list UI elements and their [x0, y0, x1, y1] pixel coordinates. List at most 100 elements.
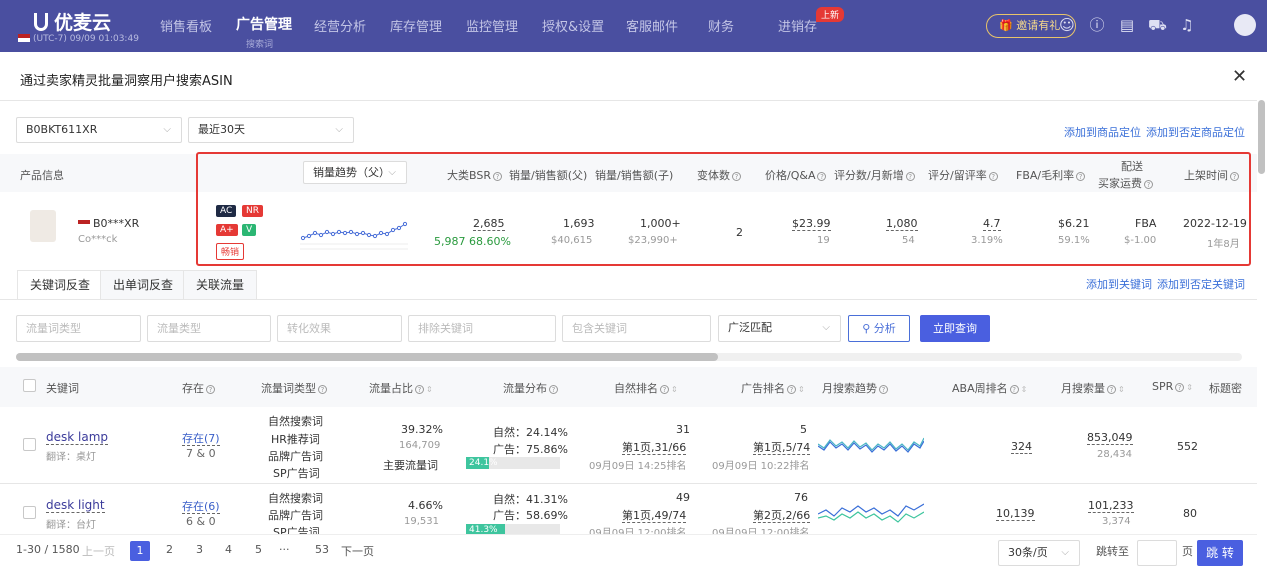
product-asin[interactable]: B0***XR — [78, 217, 139, 230]
keyword-type-0: 自然搜索词 — [268, 492, 323, 505]
nav-item-business[interactable]: 经营分析 — [314, 16, 366, 35]
page-3[interactable]: 3 — [196, 543, 203, 556]
match-type-select[interactable]: 广泛匹配 ⌵ — [718, 315, 841, 342]
horizontal-scrollbar[interactable] — [16, 353, 1242, 361]
monthly-volume-link[interactable]: 101,233 — [1088, 499, 1134, 513]
tab-keyword-reverse[interactable]: 关键词反查 — [17, 270, 104, 300]
help-icon[interactable]: ? — [1076, 172, 1086, 181]
help-icon[interactable]: ? — [1175, 383, 1185, 392]
vertical-scrollbar[interactable] — [1258, 100, 1265, 174]
page-53[interactable]: 53 — [315, 543, 329, 556]
nav-item-purchase[interactable]: 进销存 — [778, 16, 817, 35]
add-target-link[interactable]: 添加到商品定位 — [1064, 124, 1141, 140]
analyze-button[interactable]: ⚲ 分析 — [848, 315, 910, 342]
nav-item-sales-board[interactable]: 销售看板 — [160, 16, 212, 35]
sort-icon[interactable]: ⇕ — [798, 385, 805, 394]
help-icon[interactable]: ? — [206, 385, 215, 394]
aba-rank-link[interactable]: 10,139 — [996, 507, 1035, 521]
range-select[interactable]: 最近30天 ⌵ — [188, 117, 354, 143]
organic-page-link[interactable]: 第1页,49/74 — [622, 509, 687, 523]
add-negative-target-link[interactable]: 添加到否定商品定位 — [1146, 124, 1245, 140]
sort-icon[interactable]: ⇕ — [1186, 383, 1193, 392]
trend-line-secondary — [818, 511, 924, 523]
rating-link[interactable]: 4.7 — [983, 217, 1001, 231]
nav-item-auth[interactable]: 授权&设置 — [542, 16, 604, 35]
help-icon[interactable]: ? — [905, 172, 915, 181]
help-icon[interactable]: ? — [492, 172, 502, 181]
row-checkbox[interactable] — [23, 506, 36, 519]
avatar[interactable] — [1234, 14, 1256, 36]
keyword-link[interactable]: desk lamp — [46, 430, 109, 445]
monthly-volume-link[interactable]: 853,049 — [1087, 431, 1133, 445]
app-logo[interactable]: 优麦云 — [34, 8, 111, 35]
bell-icon[interactable]: ♫ — [1178, 16, 1196, 34]
include-keyword-input[interactable]: 包含关键词 — [562, 315, 711, 342]
th-traffic-share: 流量占比? ⇕ — [369, 380, 433, 396]
nav-item-service-mail[interactable]: 客服邮件 — [626, 16, 678, 35]
traffic-type-filter[interactable]: 流量类型 — [147, 315, 271, 342]
tab-related-traffic[interactable]: 关联流量 — [183, 270, 258, 300]
add-keyword-link[interactable]: 添加到关键词 — [1086, 276, 1152, 292]
sort-icon[interactable]: ⇕ — [426, 385, 433, 394]
jump-page-input[interactable] — [1137, 540, 1177, 566]
help-icon[interactable]: ? — [787, 385, 796, 394]
page-4[interactable]: 4 — [225, 543, 232, 556]
sort-icon[interactable]: ⇕ — [1021, 385, 1028, 394]
exist-link[interactable]: 存在(6) — [182, 500, 220, 514]
trend-select[interactable]: 销量趋势（父） ⌵ — [303, 161, 407, 184]
keyword-type-filter[interactable]: 流量词类型 — [16, 315, 141, 342]
prev-page-button[interactable]: 上一页 — [82, 543, 115, 559]
organic-page-link[interactable]: 第1页,31/66 — [622, 441, 687, 455]
fba-fee: $6.21 — [1058, 217, 1090, 230]
page-2[interactable]: 2 — [166, 543, 173, 556]
close-icon[interactable]: ✕ — [1232, 66, 1247, 87]
query-button[interactable]: 立即查询 — [920, 315, 990, 342]
nav-item-monitor[interactable]: 监控管理 — [466, 16, 518, 35]
select-all-checkbox[interactable] — [23, 379, 36, 392]
help-icon[interactable]: ? — [549, 385, 558, 394]
page-ellipsis[interactable]: ··· — [279, 543, 290, 556]
help-icon[interactable]: ? — [817, 172, 827, 181]
next-page-button[interactable]: 下一页 — [341, 543, 374, 559]
ad-page-link[interactable]: 第2页,2/66 — [753, 509, 811, 523]
page-5[interactable]: 5 — [255, 543, 262, 556]
help-icon[interactable]: ? — [415, 385, 424, 394]
ad-page-link[interactable]: 第1页,5/74 — [753, 441, 811, 455]
tab-order-keyword[interactable]: 出单词反查 — [100, 270, 187, 300]
jump-button[interactable]: 跳 转 — [1197, 540, 1243, 566]
cart-icon[interactable]: ⛟ — [1148, 16, 1167, 34]
help-icon[interactable]: ? — [318, 385, 327, 394]
help-icon[interactable]: ? — [732, 172, 741, 181]
sort-icon[interactable]: ⇕ — [671, 385, 678, 394]
nav-item-ads[interactable]: 广告管理 — [236, 14, 292, 34]
exist-link[interactable]: 存在(7) — [182, 432, 220, 446]
nav-item-inventory[interactable]: 库存管理 — [390, 16, 442, 35]
add-negative-keyword-link[interactable]: 添加到否定关键词 — [1157, 276, 1245, 292]
help-icon[interactable]: ? — [1009, 385, 1019, 394]
th-monthly-volume-label: 月搜索量 — [1061, 382, 1105, 395]
message-icon[interactable]: ▤ — [1118, 16, 1136, 34]
page-1[interactable]: 1 — [130, 541, 150, 561]
reviews-link[interactable]: 1,080 — [886, 217, 918, 231]
product-thumbnail[interactable] — [30, 210, 56, 242]
help-icon[interactable]: ? — [988, 172, 998, 181]
asin-select[interactable]: B0BKT611XR ⌵ — [16, 117, 182, 143]
row-checkbox[interactable] — [23, 438, 36, 451]
help-icon[interactable]: ? — [1144, 180, 1153, 189]
page-size-select[interactable]: 30条/页 ⌵ — [998, 540, 1080, 566]
help-icon[interactable]: ? — [1230, 172, 1239, 181]
nav-item-finance[interactable]: 财务 — [708, 16, 734, 35]
exclude-keyword-input[interactable]: 排除关键词 — [408, 315, 556, 342]
scrollbar-thumb[interactable] — [16, 353, 718, 361]
support-icon[interactable]: ☺ — [1058, 16, 1076, 34]
price-link[interactable]: $23.99 — [792, 217, 831, 231]
keyword-link[interactable]: desk light — [46, 498, 105, 513]
help-icon[interactable]: ? — [879, 385, 888, 394]
sort-icon[interactable]: ⇕ — [1118, 385, 1125, 394]
help-icon[interactable]: ⓘ — [1088, 16, 1106, 34]
aba-rank-link[interactable]: 324 — [1011, 440, 1032, 454]
conversion-filter[interactable]: 转化效果 — [277, 315, 402, 342]
bsr-link[interactable]: 2,685 — [473, 217, 505, 231]
help-icon[interactable]: ? — [1107, 385, 1116, 394]
help-icon[interactable]: ? — [660, 385, 669, 394]
